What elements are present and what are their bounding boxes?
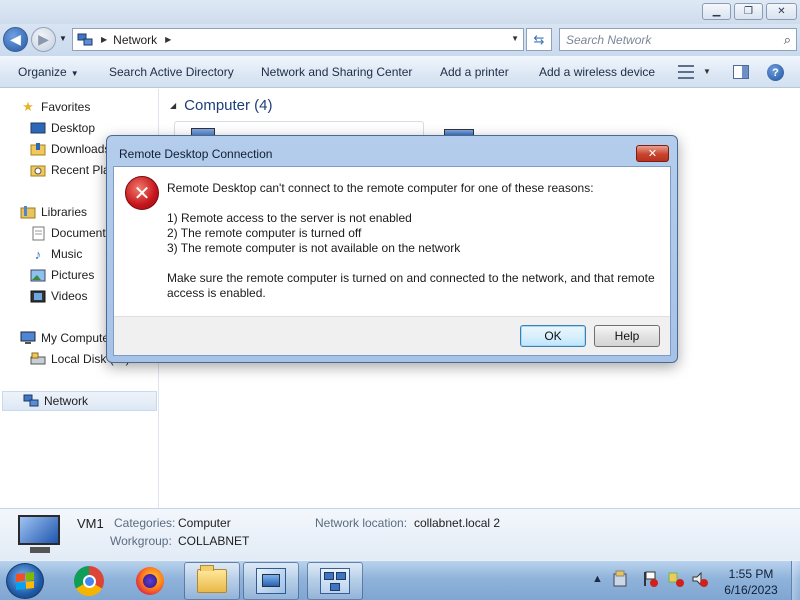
clock-date: 6/16/2023 [724, 583, 778, 597]
nav-network[interactable]: Network [2, 391, 157, 411]
breadcrumb-separator-icon[interactable]: ▶ [165, 35, 171, 44]
close-icon: ✕ [647, 148, 658, 160]
remote-desktop-error-dialog: Remote Desktop Connection ✕ ✕ Remote Des… [106, 135, 678, 363]
ok-button[interactable]: OK [520, 325, 586, 347]
flag-warning-icon[interactable] [641, 570, 659, 591]
computer-large-icon [18, 515, 60, 555]
system-clock[interactable]: 1:55 PM 6/16/2023 [716, 566, 786, 598]
hard-drive-icon [30, 352, 46, 367]
back-arrow-icon: ◀ [10, 31, 21, 47]
group-header-computer[interactable]: ◢ Computer (4) [170, 97, 273, 114]
add-printer-button[interactable]: Add a printer [440, 65, 509, 79]
network-location-value: collabnet.local 2 [414, 516, 501, 530]
address-bar[interactable]: ▶ Network ▶ ▼ [72, 28, 524, 51]
details-pane: VM1 Categories: Computer Workgroup: COLL… [0, 508, 800, 560]
error-reason-3: 3) The remote computer is not available … [167, 241, 461, 255]
selected-item-name: VM1 [77, 516, 104, 531]
close-button[interactable]: ✕ [766, 3, 797, 20]
search-active-directory-button[interactable]: Search Active Directory [109, 65, 234, 79]
forward-arrow-icon: ▶ [38, 31, 49, 47]
search-icon[interactable]: ⌕ [784, 32, 791, 48]
search-input[interactable]: Search Network ⌕ [559, 28, 797, 51]
network-sharing-center-button[interactable]: Network and Sharing Center [261, 65, 412, 79]
network-icon [77, 33, 93, 47]
view-options-dropdown[interactable]: ▼ [703, 67, 711, 76]
error-icon: ✕ [125, 176, 159, 210]
taskbar-explorer[interactable] [184, 562, 240, 600]
videos-icon [30, 289, 46, 304]
action-center-icon[interactable] [612, 570, 628, 591]
refresh-icon: ⇆ [533, 31, 545, 47]
network-app-icon [320, 568, 350, 594]
minimize-button[interactable]: ▁ [702, 3, 731, 20]
network-location-label: Network location: [315, 516, 408, 530]
taskbar-firefox[interactable] [122, 562, 178, 600]
error-intro-text: Remote Desktop can't connect to the remo… [167, 181, 594, 195]
breadcrumb-separator-icon: ▶ [101, 35, 108, 44]
libraries-icon [20, 205, 36, 220]
help-icon[interactable]: ? [767, 64, 784, 81]
organize-button[interactable]: Organize ▼ [18, 65, 79, 79]
star-icon: ★ [22, 99, 34, 114]
downloads-folder-icon [30, 142, 46, 157]
preview-pane-icon[interactable] [733, 65, 749, 79]
taskbar-remote-desktop[interactable] [243, 562, 299, 600]
help-button[interactable]: Help [594, 325, 660, 347]
collapse-group-icon[interactable]: ◢ [170, 101, 176, 110]
workgroup-value: COLLABNET [178, 534, 250, 548]
nav-favorites[interactable]: ★ Favorites [0, 97, 159, 117]
show-desktop-button[interactable] [791, 561, 800, 600]
pictures-icon [30, 268, 46, 283]
categories-value: Computer [178, 516, 231, 530]
show-hidden-icons-icon[interactable]: ▲ [592, 573, 603, 585]
command-bar: Organize ▼ Search Active Directory Networ… [0, 56, 800, 88]
dialog-close-button[interactable]: ✕ [636, 145, 669, 162]
window-title-bar: ▁ ❐ ✕ [0, 0, 800, 24]
error-reason-2: 2) The remote computer is turned off [167, 226, 362, 240]
back-button[interactable]: ◀ [3, 27, 28, 52]
error-advice-line-1: Make sure the remote computer is turned … [167, 271, 655, 285]
taskbar-network-app[interactable] [307, 562, 363, 600]
network-status-icon[interactable] [667, 570, 685, 591]
add-wireless-device-button[interactable]: Add a wireless device [539, 65, 655, 79]
music-icon: ♪ [34, 246, 42, 262]
forward-button[interactable]: ▶ [31, 27, 56, 52]
clock-time: 1:55 PM [728, 567, 774, 581]
firefox-icon [136, 567, 164, 595]
error-reason-1: 1) Remote access to the server is not en… [167, 211, 412, 225]
dialog-title: Remote Desktop Connection [119, 147, 273, 161]
windows-logo-icon [16, 572, 34, 590]
documents-icon [30, 226, 46, 241]
dialog-body: ✕ Remote Desktop can't connect to the re… [113, 166, 671, 356]
dialog-button-strip: OK Help [114, 316, 670, 355]
change-view-icon[interactable] [678, 65, 694, 79]
taskbar-chrome[interactable] [61, 562, 117, 600]
folder-icon [197, 565, 227, 593]
start-button[interactable] [6, 563, 44, 599]
close-icon: ✕ [777, 6, 786, 17]
refresh-button[interactable]: ⇆ [526, 28, 552, 51]
categories-label: Categories: [114, 516, 176, 530]
breadcrumb-network[interactable]: Network [113, 33, 157, 47]
computer-icon [20, 331, 36, 346]
chrome-icon [74, 566, 104, 596]
desktop-icon [30, 121, 46, 136]
maximize-button[interactable]: ❐ [734, 3, 763, 20]
volume-muted-icon[interactable] [691, 570, 709, 591]
chevron-down-icon: ▼ [70, 69, 79, 78]
remote-desktop-icon [256, 568, 286, 594]
recent-places-icon [30, 163, 46, 178]
restore-icon: ❐ [744, 6, 753, 17]
network-icon [23, 394, 39, 409]
recent-pages-dropdown[interactable]: ▼ [59, 34, 67, 43]
workgroup-label: Workgroup: [110, 534, 172, 548]
address-dropdown-icon[interactable]: ▼ [511, 34, 519, 43]
search-placeholder: Search Network [566, 32, 652, 47]
address-row: ◀ ▶ ▼ ▶ Network ▶ ▼ ⇆ Search Network ⌕ [0, 24, 800, 56]
error-advice-line-2: access is enabled. [167, 286, 266, 300]
taskbar: ▲ 1:55 PM 6/16/2023 [0, 560, 800, 600]
minimize-icon: ▁ [712, 6, 721, 17]
